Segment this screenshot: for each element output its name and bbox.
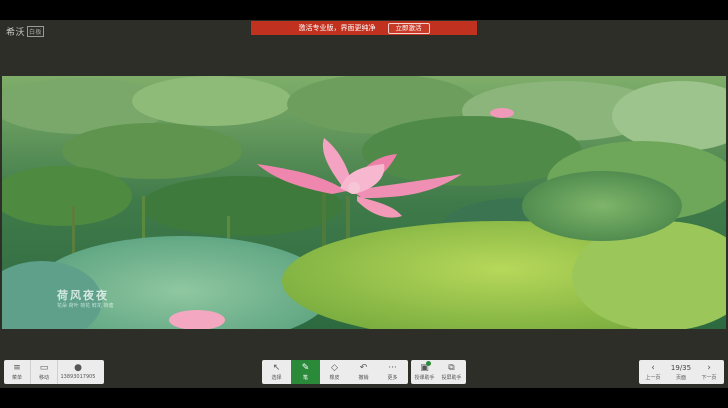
page-count: 19/35 <box>670 363 692 372</box>
eraser-icon: ◇ <box>331 362 338 373</box>
more-button[interactable]: ··· 更多 <box>378 360 407 384</box>
watermark-title: 荷风夜夜 <box>57 289 109 302</box>
user-phone: 13893017905 <box>60 374 96 380</box>
select-tool[interactable]: ↖ 选择 <box>262 360 291 384</box>
eraser-label: 橡皮 <box>329 374 340 381</box>
user-account[interactable]: ● 13893017905 <box>58 360 98 384</box>
chevron-right-icon: › <box>707 362 711 373</box>
app-logo: 希沃 白板 <box>6 25 45 38</box>
cast-label: 投屏助手 <box>441 374 462 381</box>
watermark-subtitle: 花朵 荷叶 荷花 鲜花 荷塘 <box>57 303 114 309</box>
more-icon: ··· <box>388 362 397 373</box>
left-toolbar: ≡ 菜单 ▭ 移动 ● 13893017905 <box>4 360 104 384</box>
pen-icon: ✎ <box>301 362 310 373</box>
logo-text: 希沃 <box>6 27 26 38</box>
tablet-button[interactable]: ▭ 移动 <box>31 360 57 384</box>
lotus-photo: 荷风夜夜 花朵 荷叶 荷花 鲜花 荷塘 <box>2 76 726 329</box>
next-page-button[interactable]: › 下一页 <box>695 360 723 384</box>
prev-page-button[interactable]: ‹ 上一页 <box>639 360 667 384</box>
tablet-label: 移动 <box>38 374 49 381</box>
select-label: 选择 <box>271 374 282 381</box>
eraser-tool[interactable]: ◇ 橡皮 <box>320 360 349 384</box>
cast-button[interactable]: ⧉ 投屏助手 <box>438 360 465 384</box>
activation-banner: 激活专业版，界面更纯净 立即激活 <box>251 21 477 35</box>
undo-label: 撤销 <box>358 374 369 381</box>
tool-toolbar: ↖ 选择 ✎ 笔 ◇ 橡皮 ↶ 撤销 ··· 更多 <box>262 360 408 384</box>
teaching-assistant-button[interactable]: ▣ 授课助手 <box>411 360 438 384</box>
undo-icon: ↶ <box>359 362 368 373</box>
more-label: 更多 <box>387 374 398 381</box>
banner-message: 激活专业版，界面更纯净 <box>298 24 376 32</box>
cast-icon: ⧉ <box>448 362 455 373</box>
chevron-left-icon: ‹ <box>651 362 655 373</box>
menu-button[interactable]: ≡ 菜单 <box>4 360 30 384</box>
page-label: 页面 <box>675 374 686 381</box>
user-icon: ● <box>74 363 82 373</box>
logo-mark: 白板 <box>27 25 45 37</box>
lotus-image <box>2 76 726 329</box>
pen-tool[interactable]: ✎ 笔 <box>291 360 320 384</box>
page-indicator[interactable]: 19/35 页面 <box>667 360 695 384</box>
prev-page-label: 上一页 <box>645 374 661 381</box>
menu-icon: ≡ <box>13 362 21 373</box>
undo-button[interactable]: ↶ 撤销 <box>349 360 378 384</box>
assistant-toolbar: ▣ 授课助手 ⧉ 投屏助手 <box>411 360 466 384</box>
assistant-label: 授课助手 <box>414 374 435 381</box>
activate-button[interactable]: 立即激活 <box>387 22 430 34</box>
tablet-icon: ▭ <box>39 362 49 373</box>
pen-label: 笔 <box>302 374 308 381</box>
pager-toolbar: ‹ 上一页 19/35 页面 › 下一页 <box>639 360 724 384</box>
pointer-icon: ↖ <box>272 362 281 373</box>
menu-label: 菜单 <box>11 374 22 381</box>
next-page-label: 下一页 <box>701 374 717 381</box>
status-dot <box>426 361 431 366</box>
